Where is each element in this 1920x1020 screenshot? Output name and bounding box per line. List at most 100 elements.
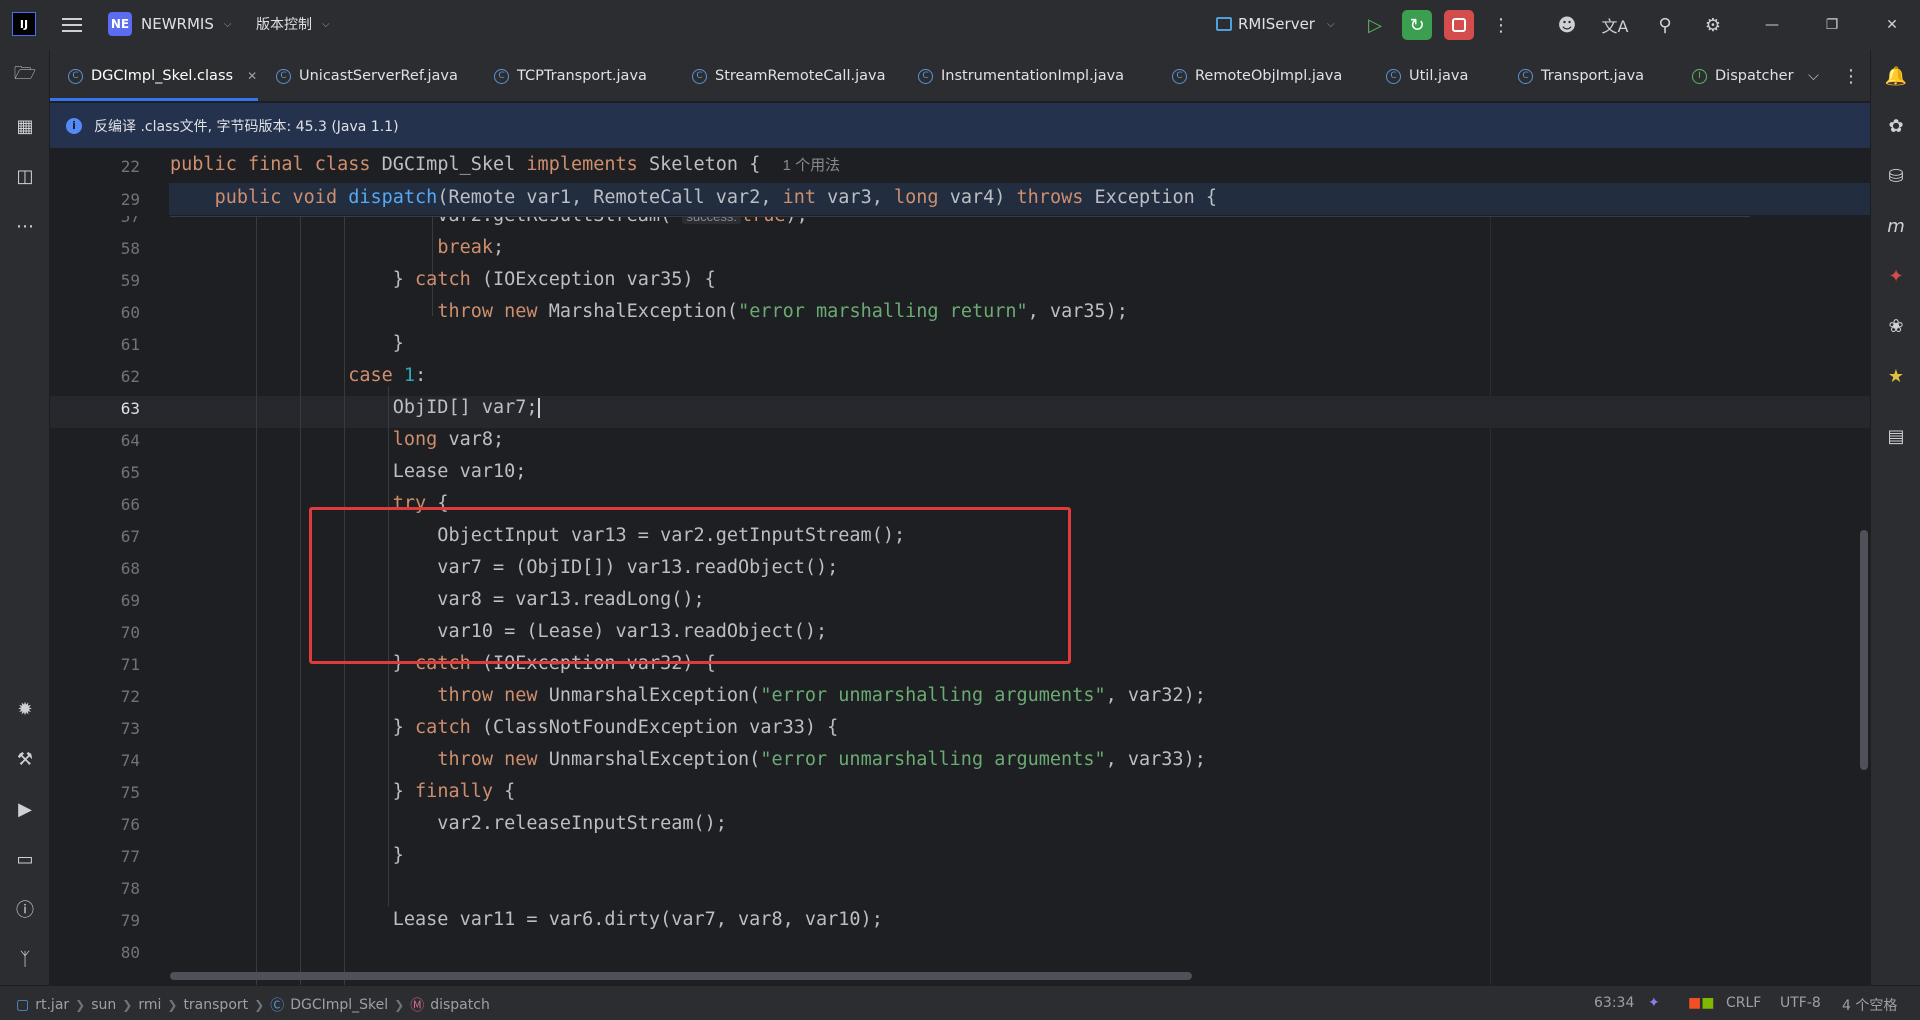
indent-setting[interactable]: 4 个空格 [1842,995,1897,1015]
line-number: 72 [120,687,140,706]
file-encoding[interactable]: UTF-8 [1780,995,1821,1011]
code-line[interactable]: } catch (IOException var35) { [170,269,716,290]
tab-label: DGCImpl_Skel.class [91,68,234,84]
decompiled-notice-banner: i 反编译 .class文件, 字节码版本: 45.3 (Java 1.1) [50,103,1870,149]
ai-assistant-icon[interactable]: ✿ [1882,112,1910,140]
gradle-icon[interactable]: ❀ [1882,312,1910,340]
cursor-position[interactable]: 63:34 [1594,995,1634,1011]
code-line[interactable]: break; [170,237,504,258]
right-tool-strip: 🔔 ✿ ⛁ m ✦ ❀ ★ ▤ [1870,50,1920,985]
close-window-icon[interactable]: ✕ [1872,10,1912,40]
code-line[interactable]: } finally { [170,781,516,802]
stop-button[interactable] [1444,10,1474,40]
line-number: 74 [120,751,140,770]
code-line[interactable]: } [170,845,404,866]
run-configuration-selector[interactable]: RMIServer ⌵ [1216,12,1335,36]
tab-dispatcher[interactable]: I Dispatcher [1692,60,1818,92]
code-line[interactable]: Lease var11 = var6.dirty(var7, var8, var… [170,909,883,930]
code-line[interactable]: var2.releaseInputStream(); [170,813,727,834]
plugin-status-icon[interactable]: ✦ [1648,995,1660,1011]
plugin-icon[interactable]: ★ [1882,362,1910,390]
tab-remoteobjimpl[interactable]: C RemoteObjImpl.java [1172,60,1342,92]
breadcrumb-item[interactable]: rt.jar [35,997,69,1013]
class-icon: C [1386,68,1401,84]
sticky-class-declaration[interactable]: public final class DGCImpl_Skel implemen… [170,154,840,175]
line-number: 65 [120,463,140,482]
code-line[interactable]: throw new UnmarshalException("error unma… [170,749,1206,770]
tab-more-icon[interactable]: ⋮ [1842,60,1860,92]
project-folder-icon[interactable]: 🗁 [11,62,39,90]
add-user-icon[interactable]: ☻ [1552,10,1582,40]
debug-icon[interactable]: ✹ [11,695,39,723]
tab-tcptransport[interactable]: C TCPTransport.java [494,60,647,92]
chevron-right-icon: ❯ [167,998,178,1012]
breadcrumb: ▢ rt.jar ❯ sun ❯ rmi ❯ transport ❯ Ⓒ DGC… [16,995,490,1015]
usage-hint[interactable]: 1 个用法 [783,157,841,174]
project-switcher[interactable]: NEWRMIS ⌵ [141,12,231,36]
project-name: NEWRMIS [141,15,214,33]
main-menu-icon[interactable] [60,13,84,37]
breadcrumb-item[interactable]: dispatch [430,997,490,1013]
services-icon[interactable]: ▶ [11,795,39,823]
notifications-icon[interactable]: 🔔 [1882,62,1910,90]
minimize-icon[interactable]: — [1752,10,1792,40]
code-line[interactable]: throw new MarshalException("error marsha… [170,301,1128,322]
plugin-icon[interactable]: ▦ [11,112,39,140]
more-icon[interactable]: ⋯ [11,212,39,240]
search-icon[interactable]: ⚲ [1650,10,1680,40]
close-icon[interactable]: ✕ [247,69,257,83]
tab-instrumentationimpl[interactable]: C InstrumentationImpl.java [918,60,1124,92]
code-editor[interactable]: 22 public final class DGCImpl_Skel imple… [50,150,1870,985]
vcs-widget[interactable]: 版本控制 ⌵ [256,12,330,36]
plugin-bug-icon[interactable]: ✦ [1882,262,1910,290]
rerun-debug-button[interactable]: ↻ [1402,10,1432,40]
code-line[interactable]: throw new UnmarshalException("error unma… [170,685,1206,706]
project-badge[interactable]: NE [108,12,132,36]
more-actions-icon[interactable]: ⋮ [1486,10,1516,40]
line-number: 66 [120,495,140,514]
breadcrumb-item[interactable]: transport [183,997,248,1013]
chevron-down-icon: ⌵ [1326,18,1335,30]
line-number: 77 [120,847,140,866]
line-number: 71 [120,655,140,674]
database-icon[interactable]: ⛁ [1882,162,1910,190]
tab-unicastserverref[interactable]: C UnicastServerRef.java [276,60,458,92]
line-ending[interactable]: CRLF [1726,995,1761,1011]
info-icon: i [66,117,82,134]
breadcrumb-item[interactable]: sun [91,997,116,1013]
breadcrumb-item[interactable]: rmi [138,997,161,1013]
translate-panel-icon[interactable]: ▤ [1882,422,1910,450]
restore-icon[interactable]: ❐ [1812,10,1852,40]
tab-streamremotecall[interactable]: C StreamRemoteCall.java [692,60,885,92]
build-icon[interactable]: ⚒ [11,745,39,773]
problems-icon[interactable]: ⓘ [11,895,39,923]
highlight-annotation-box [309,507,1071,664]
maven-icon[interactable]: m [1882,212,1910,240]
line-number: 58 [120,239,140,258]
translate-icon[interactable]: 文A [1600,10,1630,40]
windows-icon[interactable]: ■■ [1688,995,1714,1011]
sticky-method-declaration[interactable]: public void dispatch(Remote var1, Remote… [170,187,1217,208]
vertical-scrollbar[interactable] [1860,530,1868,770]
code-line[interactable]: long var8; [170,429,504,450]
line-number: 29 [120,190,140,209]
horizontal-scrollbar[interactable] [170,972,1192,980]
breadcrumb-item[interactable]: DGCImpl_Skel [290,997,388,1013]
code-line[interactable]: } catch (ClassNotFoundException var33) { [170,717,839,738]
string-literal: "error unmarshalling arguments" [760,685,1106,706]
code-line-current[interactable]: ObjID[] var7; [170,397,540,418]
tab-transport[interactable]: C Transport.java [1518,60,1644,92]
terminal-icon[interactable]: ▭ [11,845,39,873]
git-icon[interactable]: ᛉ [11,945,39,973]
code-line[interactable]: Lease var10; [170,461,527,482]
code-line[interactable]: } [170,333,404,354]
structure-icon[interactable]: ◫ [11,162,39,190]
tab-util[interactable]: C Util.java [1386,60,1468,92]
tab-dgcimpl-skel[interactable]: C DGCImpl_Skel.class ✕ [68,60,257,92]
class-icon: C [68,68,83,84]
settings-gear-icon[interactable]: ⚙ [1698,10,1728,40]
tab-list-chevron-icon[interactable]: ⌵ [1808,60,1819,92]
resume-icon[interactable]: ▷ [1360,10,1390,40]
code-line[interactable]: case 1: [170,365,426,386]
chevron-right-icon: ❯ [394,998,405,1012]
